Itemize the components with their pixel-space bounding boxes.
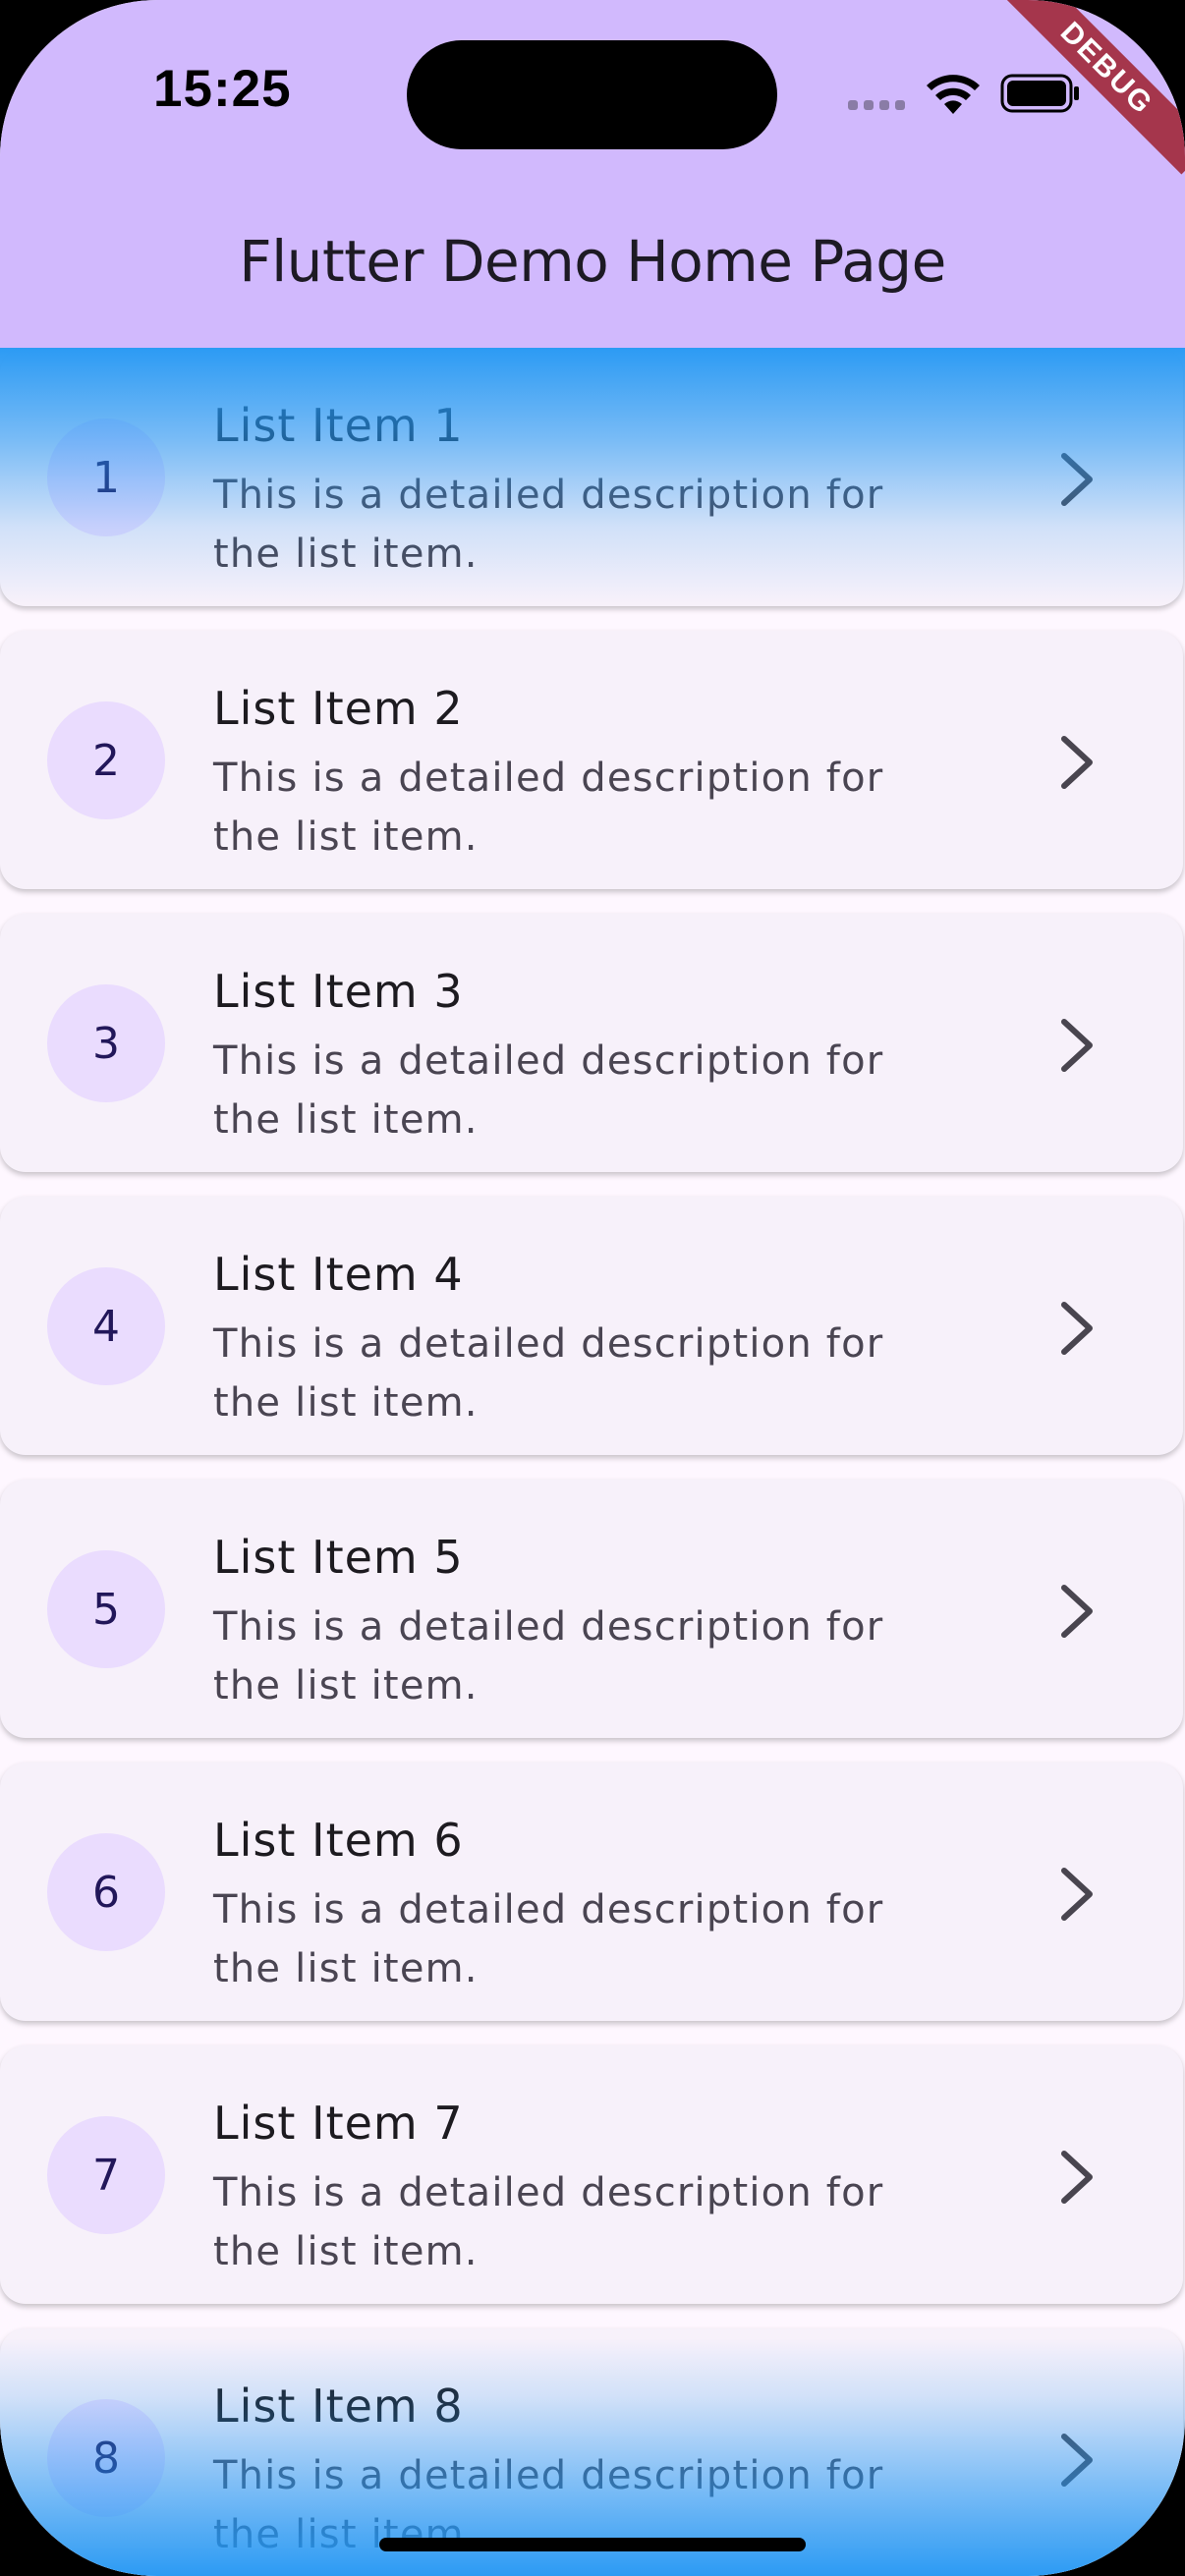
item-description: This is a detailed description for the l…	[213, 756, 884, 860]
signal-icon	[848, 100, 905, 110]
item-title: List Item 8	[213, 2380, 464, 2433]
list-item[interactable]: 1 List Item 1 This is a detailed descrip…	[0, 348, 1183, 606]
home-indicator[interactable]	[379, 2538, 806, 2551]
item-description: This is a detailed description for the l…	[213, 1604, 884, 1708]
list-item[interactable]: 2 List Item 2 This is a detailed descrip…	[0, 631, 1183, 889]
debug-banner-label: DEBUG	[1000, 0, 1185, 175]
item-avatar: 6	[47, 1833, 165, 1951]
item-avatar: 1	[47, 419, 165, 536]
item-title: List Item 6	[213, 1814, 464, 1867]
item-title: List Item 4	[213, 1248, 464, 1301]
item-title: List Item 7	[213, 2097, 464, 2150]
item-avatar: 5	[47, 1550, 165, 1668]
chevron-right-icon	[1061, 1019, 1093, 1072]
status-time: 15:25	[153, 60, 292, 118]
item-avatar: 7	[47, 2116, 165, 2234]
item-title: List Item 5	[213, 1531, 464, 1584]
item-description: This is a detailed description for the l…	[213, 2170, 884, 2274]
list-item[interactable]: 5 List Item 5 This is a detailed descrip…	[0, 1480, 1183, 1738]
chevron-right-icon	[1061, 453, 1093, 506]
item-title: List Item 1	[213, 399, 464, 452]
debug-banner: DEBUG	[988, 0, 1185, 196]
item-description: This is a detailed description for the l…	[213, 473, 884, 577]
chevron-right-icon	[1061, 736, 1093, 789]
list-item[interactable]: 7 List Item 7 This is a detailed descrip…	[0, 2045, 1183, 2304]
item-avatar: 4	[47, 1267, 165, 1385]
chevron-right-icon	[1061, 1868, 1093, 1921]
list-item[interactable]: 4 List Item 4 This is a detailed descrip…	[0, 1197, 1183, 1455]
item-avatar: 3	[47, 984, 165, 1102]
app-bar-title: Flutter Demo Home Page	[239, 228, 946, 295]
item-description: This is a detailed description for the l…	[213, 1321, 884, 1426]
item-avatar: 2	[47, 701, 165, 819]
chevron-right-icon	[1061, 1585, 1093, 1638]
dynamic-island	[407, 40, 777, 149]
chevron-right-icon	[1061, 2151, 1093, 2204]
item-title: List Item 2	[213, 682, 464, 735]
item-description: This is a detailed description for the l…	[213, 1887, 884, 1991]
list-item[interactable]: 6 List Item 6 This is a detailed descrip…	[0, 1763, 1183, 2021]
list-item[interactable]: 3 List Item 3 This is a detailed descrip…	[0, 914, 1183, 1172]
item-title: List Item 3	[213, 965, 464, 1018]
chevron-right-icon	[1061, 1302, 1093, 1355]
item-description: This is a detailed description for the l…	[213, 1038, 884, 1143]
item-list[interactable]: 1 List Item 1 This is a detailed descrip…	[0, 348, 1185, 2576]
chevron-right-icon	[1061, 2434, 1093, 2487]
phone-screen: 15:25 DEBUG Flutter Demo Home Page 1 Lis…	[0, 0, 1185, 2576]
app-header: 15:25 DEBUG Flutter Demo Home Page	[0, 0, 1185, 348]
item-avatar: 8	[47, 2399, 165, 2517]
wifi-icon	[927, 75, 980, 114]
